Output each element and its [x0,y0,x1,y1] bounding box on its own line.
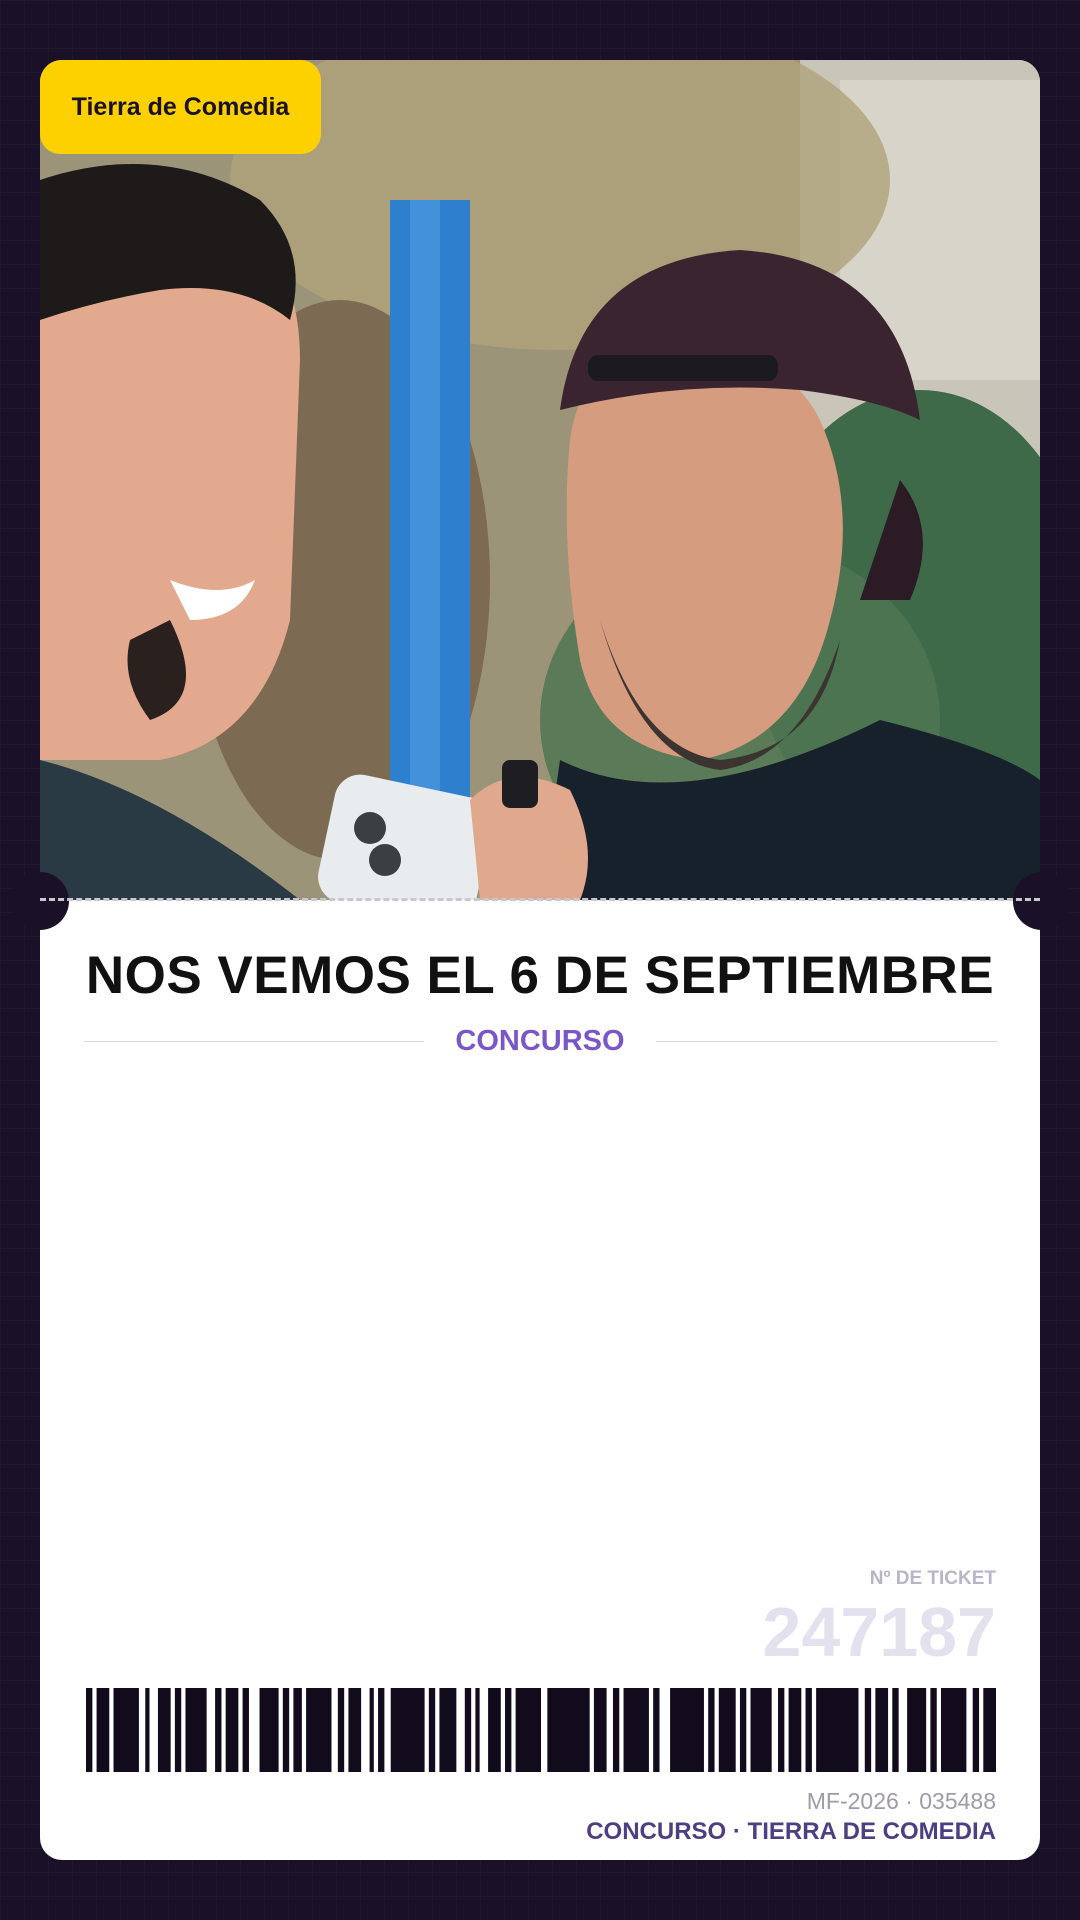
barcode-bar [623,1688,649,1772]
barcode-bar [174,1688,182,1772]
barcode-bar [940,1688,967,1772]
barcode-bar [282,1688,290,1772]
barcode-bar [145,1688,150,1772]
barcode-bar [113,1688,139,1772]
barcode-bar [718,1688,736,1772]
barcode-bar [816,1688,859,1772]
barcode-bar [750,1688,772,1772]
footer-tag: CONCURSO · TIERRA DE COMEDIA [586,1818,996,1845]
barcode-bar [788,1688,802,1772]
barcode-bar [515,1688,541,1772]
barcode-bar [505,1688,512,1772]
barcode-bar [428,1688,436,1772]
barcode-bar [930,1688,937,1772]
serial-code: MF-2026 · 035488 [806,1788,996,1814]
ticket-number-label: Nº DE TICKET [869,1568,996,1589]
barcode-bar [390,1688,425,1772]
ticket-number: 247187 [762,1593,996,1671]
brand-badge: Tierra de Comedia [40,60,321,154]
category-label: CONCURSO [455,1025,625,1057]
barcode-bar [225,1688,239,1772]
barcode-bar [653,1688,660,1772]
barcode-bar [293,1688,302,1772]
barcode-bar [875,1688,889,1772]
barcode-bar [488,1688,501,1772]
barcode-bar [907,1688,927,1772]
barcode-bar [739,1688,747,1772]
barcode-bar [369,1688,374,1772]
barcode-bar [593,1688,607,1772]
barcode-bar [306,1688,332,1772]
barcode-bar [972,1688,980,1772]
barcode-bar [215,1688,222,1772]
barcode-bar [547,1688,590,1772]
barcode-bar [86,1688,93,1772]
ticket-notch-right [1013,872,1071,930]
barcode-bar [157,1688,171,1772]
ticket-notch-left [11,872,69,930]
barcode-icon [86,1688,996,1772]
barcode-bar [259,1688,279,1772]
barcode-bar [464,1688,472,1772]
hero-photo: Tierra de Comedia [40,60,1040,900]
barcode-bar [378,1688,385,1772]
event-headline: NOS VEMOS EL 6 DE SEPTIEMBRE [85,946,995,1005]
perforation-line [40,898,1040,901]
barcode-bar [805,1688,812,1772]
photo-illustration [40,60,1040,900]
barcode-bar [778,1688,785,1772]
barcode-bar [708,1688,715,1772]
barcode-bar [337,1688,345,1772]
barcode-bar [439,1688,457,1772]
barcode-bar [348,1688,362,1772]
barcode-bar [96,1688,110,1772]
barcode-bar [612,1688,620,1772]
barcode-bar [670,1688,704,1772]
barcode-bar [242,1688,249,1772]
barcode-bar [864,1688,872,1772]
barcode-bar [475,1688,480,1772]
barcode-bar [185,1688,207,1772]
barcode-bar [983,1688,996,1772]
barcode-bar [892,1688,899,1772]
